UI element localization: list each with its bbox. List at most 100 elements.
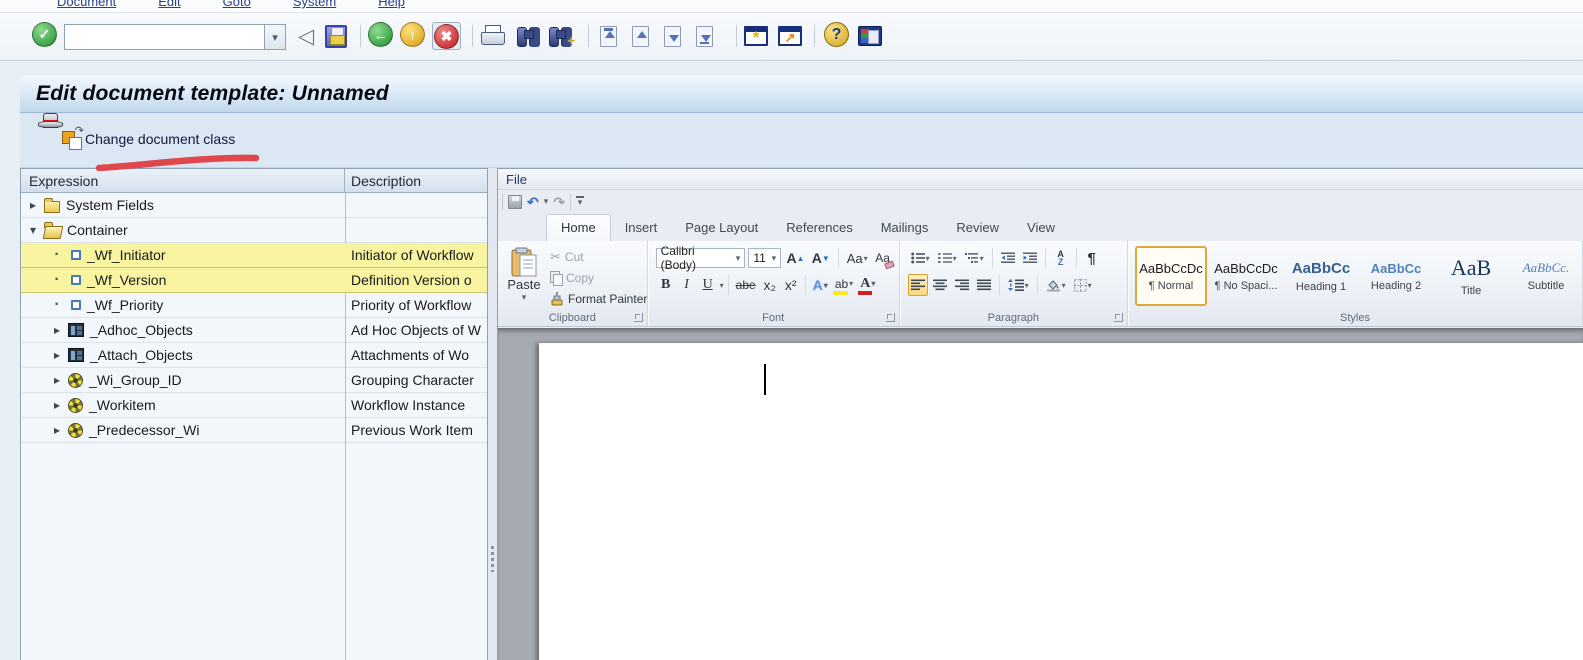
previous-page-icon[interactable] <box>632 22 649 50</box>
ribbon-tab[interactable]: Insert <box>611 215 672 241</box>
customize-qat-icon[interactable]: ▾ <box>576 196 584 207</box>
ribbon-tab[interactable]: Review <box>942 215 1013 241</box>
command-field[interactable]: ▾ <box>64 24 286 50</box>
undo-icon[interactable]: ↶ <box>527 195 539 209</box>
highlight-color-button[interactable]: ab ▾ <box>832 274 856 296</box>
style-card[interactable]: AaBbCc. Subtitle <box>1510 246 1582 306</box>
bullets-button[interactable]: ▾ <box>908 247 933 269</box>
align-left-button[interactable] <box>907 274 928 296</box>
next-page-icon[interactable] <box>664 22 681 50</box>
style-card[interactable]: AaB Title <box>1435 246 1507 306</box>
find-icon[interactable] <box>517 22 539 50</box>
borders-button[interactable]: ▾ <box>1071 274 1095 296</box>
find-next-icon[interactable]: + <box>549 22 575 50</box>
tree-row[interactable]: System Fields <box>21 193 487 218</box>
paste-button[interactable]: Paste ▾ <box>504 246 544 310</box>
font-size-combobox[interactable]: 11 ▾ <box>748 248 782 268</box>
bold-button[interactable]: B <box>656 274 676 296</box>
ribbon-tab[interactable]: Home <box>546 214 611 241</box>
chevron-down-icon[interactable]: ▾ <box>767 253 780 264</box>
tree-row[interactable]: Container <box>21 218 487 243</box>
line-spacing-button[interactable]: ▾ <box>1005 274 1032 296</box>
shading-button[interactable]: ▾ <box>1043 274 1069 296</box>
text-effects-button[interactable]: A ▾ <box>810 274 831 296</box>
font-color-button[interactable]: A ▾ <box>857 274 878 296</box>
style-card[interactable]: AaBbCc Heading 1 <box>1285 246 1357 306</box>
create-shortcut-icon[interactable]: ↗ <box>778 22 802 50</box>
tree-row[interactable]: _Predecessor_Wi Previous Work Item <box>21 418 487 443</box>
back-icon[interactable]: ← <box>368 22 393 47</box>
expander-icon[interactable] <box>51 246 63 264</box>
column-header-description[interactable]: Description <box>345 169 487 192</box>
cancel-icon[interactable]: ✖ <box>432 22 461 50</box>
expander-icon[interactable] <box>51 296 63 314</box>
style-card[interactable]: AaBbCc Heading 2 <box>1360 246 1432 306</box>
expander-icon[interactable] <box>51 271 63 289</box>
menu-item[interactable]: Help <box>378 0 405 9</box>
numbering-button[interactable]: ▾ <box>935 247 960 269</box>
column-header-expression[interactable]: Expression <box>21 169 345 192</box>
decrease-indent-button[interactable] <box>998 247 1018 269</box>
style-card[interactable]: AaBbCcDc ¶ Normal <box>1135 246 1207 306</box>
justify-button[interactable] <box>974 274 994 296</box>
ribbon-tab[interactable]: View <box>1013 215 1069 241</box>
tree-row[interactable]: _Attach_Objects Attachments of Wo <box>21 343 487 368</box>
tree-row[interactable]: _Wi_Group_ID Grouping Character <box>21 368 487 393</box>
change-document-class-button[interactable]: ↷ Change document class <box>62 125 235 150</box>
splitter-grip[interactable] <box>491 546 494 572</box>
paragraph-dialog-launcher-icon[interactable] <box>1114 313 1123 322</box>
ribbon-tab[interactable]: Mailings <box>867 215 943 241</box>
menu-item[interactable]: Goto <box>223 0 251 9</box>
document-page[interactable] <box>539 343 1583 660</box>
ribbon-tab[interactable]: References <box>772 215 866 241</box>
print-icon[interactable] <box>480 22 505 50</box>
paste-dropdown-icon[interactable]: ▾ <box>522 292 527 303</box>
style-card[interactable]: AaBbCcDc ¶ No Spaci... <box>1210 246 1282 306</box>
sort-button[interactable]: AZ <box>1051 247 1071 269</box>
tree-row[interactable]: _Wf_Priority Priority of Workflow <box>21 293 487 318</box>
expander-icon[interactable] <box>51 423 63 437</box>
font-dialog-launcher-icon[interactable] <box>885 313 895 322</box>
command-input[interactable] <box>64 24 264 50</box>
increase-indent-button[interactable] <box>1020 247 1040 269</box>
new-session-icon[interactable]: * <box>744 22 768 50</box>
first-page-icon[interactable] <box>600 22 617 50</box>
expander-icon[interactable] <box>51 373 63 387</box>
command-dropdown-icon[interactable]: ▾ <box>264 24 286 50</box>
expander-icon[interactable] <box>51 398 63 412</box>
undo-dropdown-icon[interactable]: ▾ <box>544 196 549 207</box>
multilevel-list-button[interactable]: ▾ <box>962 247 987 269</box>
superscript-button[interactable]: x² <box>781 274 801 296</box>
expander-icon[interactable] <box>51 323 63 337</box>
tree-row[interactable]: _Wf_Initiator Initiator of Workflow <box>21 243 487 268</box>
strikethrough-button[interactable]: abe <box>733 274 759 296</box>
enter-icon[interactable]: ✓ <box>32 22 57 47</box>
last-page-icon[interactable] <box>696 22 713 50</box>
chevron-down-icon[interactable]: ▾ <box>732 253 745 264</box>
show-hide-paragraph-button[interactable]: ¶ <box>1082 247 1102 269</box>
customize-layout-icon[interactable] <box>858 22 882 50</box>
format-painter-button[interactable]: Format Painter <box>550 289 647 308</box>
copy-button[interactable]: Copy <box>550 268 647 287</box>
change-case-button[interactable]: Aa ▾ <box>845 247 870 269</box>
menu-item[interactable]: Document <box>57 0 116 9</box>
help-icon[interactable]: ? <box>824 22 849 47</box>
tree-row[interactable]: _Adhoc_Objects Ad Hoc Objects of W <box>21 318 487 343</box>
clipboard-dialog-launcher-icon[interactable] <box>633 313 643 322</box>
font-name-combobox[interactable]: Calibri (Body) ▾ <box>655 244 746 272</box>
underline-dropdown-icon[interactable]: ▾ <box>720 281 724 290</box>
grow-font-button[interactable]: A ▲ <box>784 247 806 269</box>
subscript-button[interactable]: x₂ <box>760 274 780 296</box>
expander-icon[interactable] <box>51 348 63 362</box>
previous-screen-icon[interactable]: ◁ <box>298 22 314 50</box>
redo-icon[interactable]: ↷ <box>553 195 565 209</box>
tree-row[interactable]: _Workitem Workflow Instance <box>21 393 487 418</box>
shrink-font-button[interactable]: A ▼ <box>810 247 832 269</box>
menu-item[interactable]: System <box>293 0 336 9</box>
align-right-button[interactable] <box>952 274 972 296</box>
qat-save-icon[interactable] <box>508 194 522 209</box>
cut-button[interactable]: ✂ Cut <box>550 247 647 266</box>
ribbon-tab[interactable]: Page Layout <box>671 215 772 241</box>
save-icon[interactable] <box>325 22 347 50</box>
file-menu[interactable]: File <box>506 172 527 187</box>
